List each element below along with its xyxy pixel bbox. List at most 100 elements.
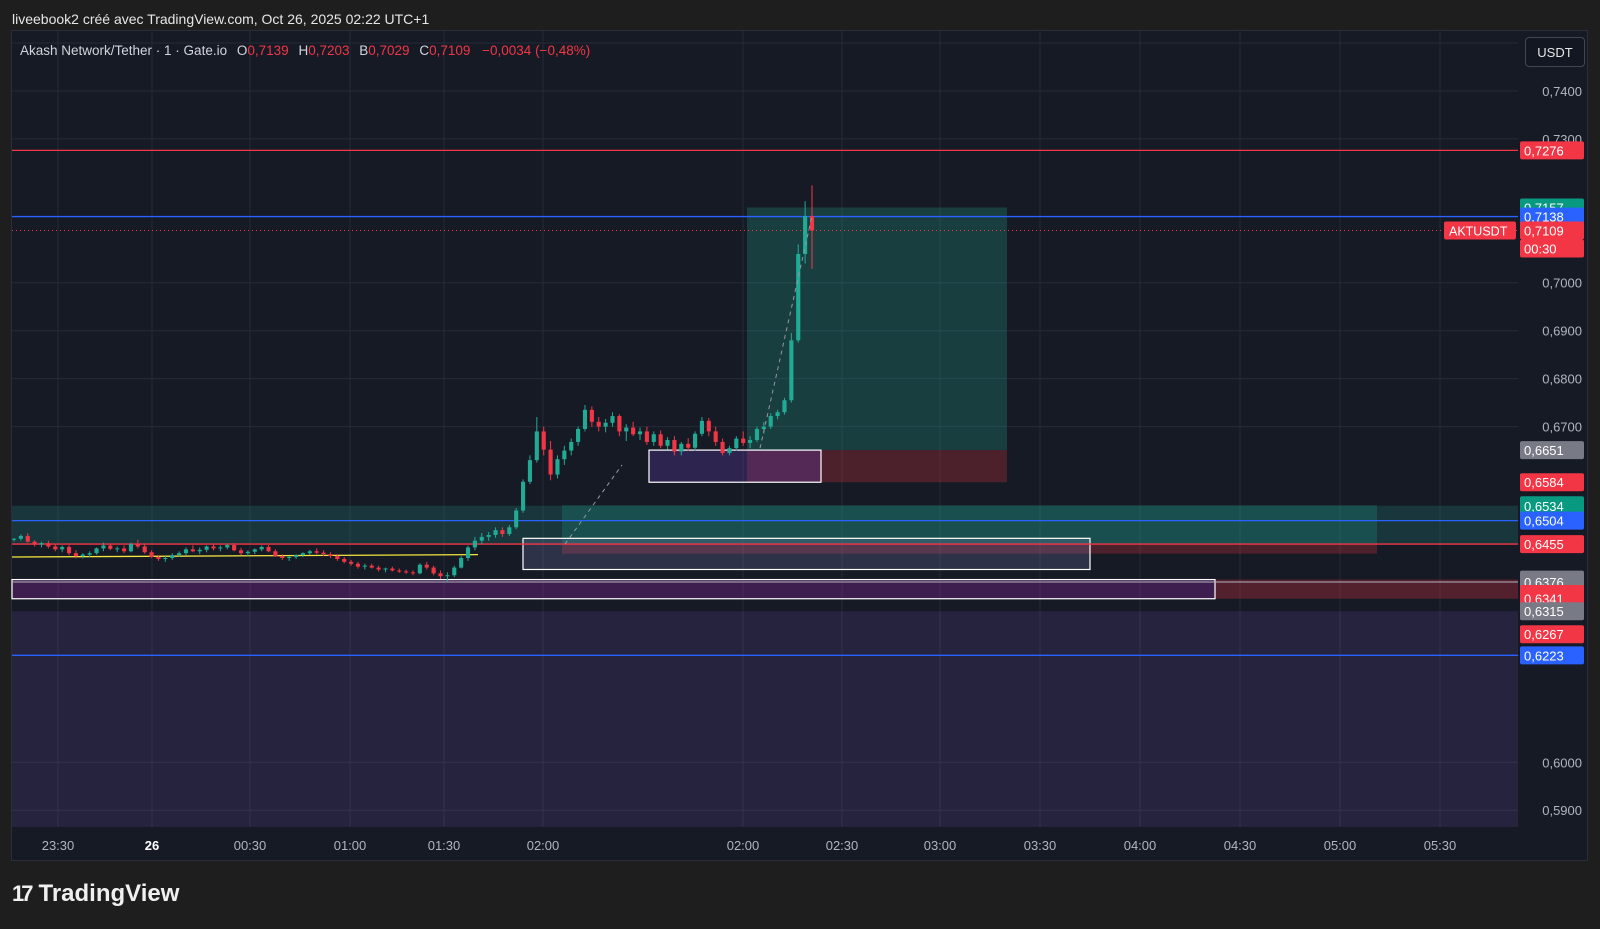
candle-body — [582, 409, 588, 429]
candle-body — [507, 527, 512, 535]
candle-body — [149, 552, 154, 558]
candle-body — [46, 543, 51, 547]
candle-body — [321, 552, 326, 555]
candle-body — [713, 431, 718, 442]
long-position-profit-zone — [747, 207, 1007, 451]
open-value: 0,7139 — [247, 43, 289, 58]
candle-body — [342, 558, 347, 562]
candle-body — [500, 530, 505, 535]
price-axis-tick: 0,6000 — [1542, 755, 1582, 770]
tradingview-logo-icon: 17 — [12, 881, 34, 906]
candle-body — [135, 544, 140, 547]
candle-body — [39, 543, 44, 545]
candle-body — [355, 563, 361, 567]
candle-body — [768, 416, 773, 427]
close-label: C — [419, 43, 430, 58]
time-axis-tick: 02:00 — [527, 838, 560, 853]
candle-body — [803, 216, 808, 254]
candle-body — [66, 546, 72, 554]
candle-body — [644, 431, 649, 442]
candle-body — [362, 565, 367, 567]
price-axis-label-text: 0,6455 — [1524, 537, 1564, 552]
candle-body — [459, 557, 464, 568]
time-axis-tick: 02:00 — [727, 838, 760, 853]
candle-body — [452, 567, 457, 576]
high-value: 0,7203 — [308, 43, 350, 58]
close-value: 0,7109 — [429, 43, 471, 58]
candle-body — [115, 548, 120, 550]
candle-body — [699, 420, 704, 434]
candle-body — [397, 570, 402, 572]
candlestick-chart[interactable]: 0,59000,60000,67000,68000,69000,70000,73… — [0, 0, 1600, 929]
time-axis-tick: 03:00 — [924, 838, 957, 853]
candle-body — [617, 416, 622, 432]
symbol-legend: Akash Network/Tether · 1 · Gate.io O0,71… — [20, 43, 590, 58]
candle-body — [417, 564, 422, 574]
candle-body — [782, 400, 787, 413]
candle-body — [596, 421, 601, 427]
lower-zone — [12, 611, 1518, 827]
candle-body — [128, 544, 134, 552]
candle-body — [101, 545, 106, 549]
candle-body — [108, 545, 113, 549]
brand-name: TradingView — [38, 880, 180, 907]
symbol-name[interactable]: Akash Network/Tether · 1 · Gate.io — [20, 43, 227, 58]
candle-body — [424, 564, 429, 568]
candle-body — [390, 568, 395, 571]
candle-body — [651, 434, 656, 442]
symbol-tag-text: AKTUSDT — [1449, 224, 1508, 238]
candle-body — [349, 561, 354, 564]
time-axis-tick: 04:30 — [1224, 838, 1257, 853]
time-axis-tick: 26 — [145, 838, 159, 853]
price-axis-label-text: 0,7276 — [1524, 143, 1564, 158]
candle-body — [631, 427, 636, 435]
candle-body — [376, 567, 381, 570]
candle-body — [404, 571, 409, 573]
candle-body — [238, 550, 244, 554]
candle-body — [197, 549, 202, 552]
candle-body — [300, 553, 305, 556]
price-axis-tick: 0,6800 — [1542, 372, 1582, 387]
price-axis-tick: 0,6700 — [1542, 420, 1582, 435]
candle-body — [259, 546, 264, 550]
candle-body — [87, 553, 92, 555]
price-axis-label-text: 0,6504 — [1524, 514, 1564, 529]
time-axis-tick: 01:30 — [428, 838, 461, 853]
candle-body — [665, 440, 670, 446]
candle-body — [720, 441, 725, 453]
time-axis-tick: 04:00 — [1124, 838, 1157, 853]
candle-body — [610, 416, 615, 423]
candle-body — [472, 540, 477, 548]
time-axis-tick: 05:30 — [1424, 838, 1457, 853]
price-axis-label-text: 0,6223 — [1524, 648, 1564, 663]
price-axis-tick: 0,7000 — [1542, 276, 1582, 291]
candle-body — [527, 460, 533, 482]
candle-body — [73, 553, 78, 557]
candle-body — [741, 438, 746, 443]
candle-body — [603, 422, 608, 427]
candle-body — [183, 549, 189, 554]
candle-body — [280, 556, 285, 558]
candle-body — [369, 565, 374, 568]
candle-body — [521, 481, 526, 511]
candle-body — [335, 556, 340, 559]
candle-body — [232, 545, 237, 551]
candle-body — [541, 431, 546, 450]
high-label: H — [298, 43, 309, 58]
candle-body — [438, 573, 443, 577]
candle-body — [706, 420, 711, 432]
candle-body — [465, 547, 471, 558]
candle-body — [555, 459, 560, 475]
candle-body — [252, 549, 257, 552]
candle-body — [163, 557, 168, 559]
candle-body — [637, 431, 643, 435]
candle-body — [383, 568, 388, 570]
currency-button[interactable]: USDT — [1525, 37, 1585, 67]
candle-body — [293, 555, 299, 558]
candle-body — [410, 572, 416, 574]
candle-body — [431, 567, 436, 574]
tradingview-brand[interactable]: 17 TradingView — [12, 880, 179, 908]
candle-body — [156, 557, 161, 559]
candle-body — [32, 541, 37, 545]
candle-body — [672, 440, 677, 452]
